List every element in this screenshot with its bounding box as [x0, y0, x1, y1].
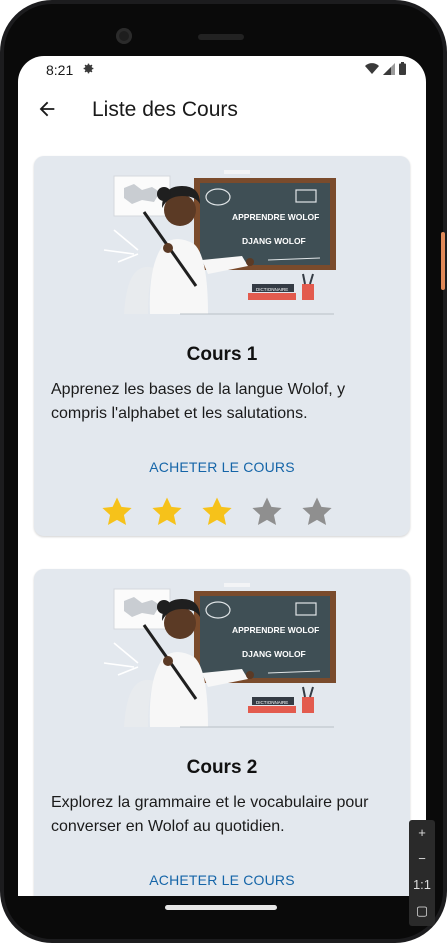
app-bar: Liste des Cours [18, 84, 426, 138]
book-label: DICTIONNAIRE [256, 287, 288, 292]
course-card: APPRENDRE WOLOF DJANG WOLOF DICTIONNAIRE [34, 569, 410, 896]
course-description: Explorez la grammaire et le vocabulaire … [51, 794, 369, 835]
teacher-illustration: APPRENDRE WOLOF DJANG WOLOF DICTIONNAIRE [103, 583, 336, 728]
star-filled-icon[interactable] [100, 495, 134, 529]
emulator-zoom-controls: + − 1:1 ▢ [409, 820, 435, 926]
board-text-2: DJANG WOLOF [242, 649, 306, 659]
device-frame: 8:21 Liste des Cours APPRENDRE WOLOF DJA… [0, 0, 447, 943]
course-rating[interactable] [100, 495, 334, 529]
zoom-in-button[interactable]: + [409, 820, 435, 846]
signal-icon [383, 62, 395, 75]
star-filled-icon[interactable] [200, 495, 234, 529]
board-text-1: APPRENDRE WOLOF [232, 625, 319, 635]
star-filled-icon[interactable] [150, 495, 184, 529]
board-text-2: DJANG WOLOF [242, 236, 306, 246]
star-empty-icon[interactable] [250, 495, 284, 529]
book-label: DICTIONNAIRE [256, 700, 288, 705]
status-icons [365, 62, 406, 75]
course-title: Cours 2 [186, 757, 258, 778]
earpiece-speaker [198, 34, 244, 40]
star-empty-icon[interactable] [300, 495, 334, 529]
course-card: APPRENDRE WOLOF DJANG WOLOF DICTIONNAIRE [34, 156, 410, 536]
buy-course-button[interactable]: ACHETER LE COURS [34, 459, 410, 475]
status-bar: 8:21 [18, 56, 426, 84]
course-list[interactable]: APPRENDRE WOLOF DJANG WOLOF DICTIONNAIRE [18, 138, 426, 896]
status-time: 8:21 [46, 62, 74, 78]
front-camera [116, 28, 132, 44]
back-arrow-icon[interactable] [36, 98, 58, 120]
app-screen: 8:21 Liste des Cours APPRENDRE WOLOF DJA… [18, 56, 426, 896]
buy-course-button[interactable]: ACHETER LE COURS [34, 872, 410, 888]
wifi-icon [365, 62, 379, 74]
zoom-reset-button[interactable]: 1:1 [409, 872, 435, 898]
settings-gear-icon [83, 63, 94, 74]
battery-icon [399, 62, 406, 75]
zoom-out-button[interactable]: − [409, 846, 435, 872]
course-title: Cours 1 [186, 344, 258, 365]
page-title: Liste des Cours [92, 98, 238, 121]
home-indicator[interactable] [165, 905, 277, 910]
power-button[interactable] [441, 232, 445, 290]
teacher-illustration: APPRENDRE WOLOF DJANG WOLOF DICTIONNAIRE [103, 170, 336, 315]
board-text-1: APPRENDRE WOLOF [232, 212, 319, 222]
fit-screen-icon[interactable]: ▢ [409, 898, 435, 924]
course-description: Apprenez les bases de la langue Wolof, y… [51, 381, 346, 422]
